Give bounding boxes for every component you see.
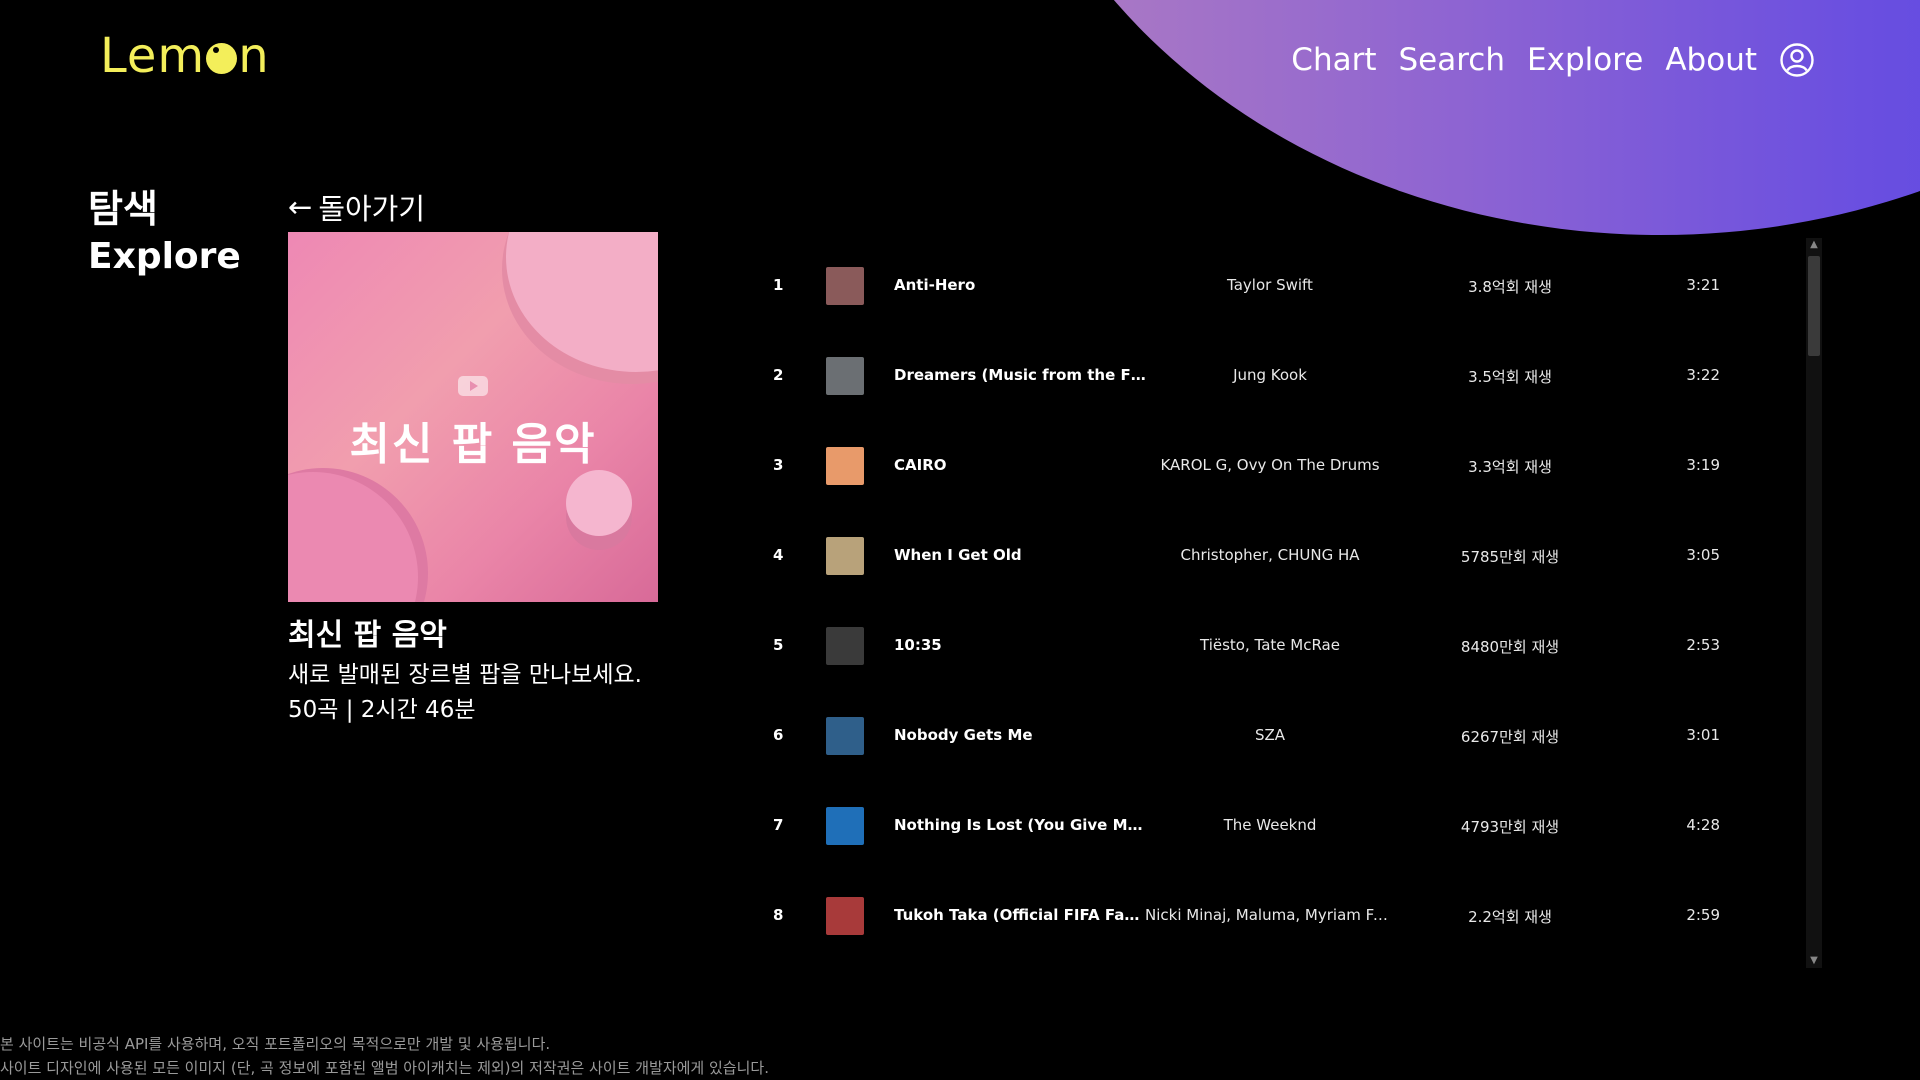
nav-search[interactable]: Search [1399,42,1506,78]
track-rank: 8 [773,906,784,924]
nav-explore[interactable]: Explore [1527,42,1643,78]
album-thumbnail[interactable] [826,537,864,575]
track-play-count: 3.3억회 재생 [1468,458,1552,476]
track-artist[interactable]: Christopher, CHUNG HA [1145,546,1395,564]
track-title[interactable]: Tukoh Taka (Official FIFA Fan F... [894,906,1149,924]
track-artist[interactable]: Jung Kook [1145,366,1395,384]
footer: 본 사이트는 비공식 API를 사용하며, 오직 포트폴리오의 목적으로만 개발… [0,1032,769,1080]
track-title[interactable]: Dreamers (Music from the FIFA... [894,366,1149,384]
track-duration: 3:05 [1686,546,1720,564]
track-rank: 6 [773,726,784,744]
track-row[interactable]: 8 Tukoh Taka (Official FIFA Fan F... Nic… [760,872,1760,962]
track-play-count: 5785만회 재생 [1460,548,1560,566]
track-play-count: 3.5억회 재생 [1468,368,1552,386]
album-thumbnail[interactable] [826,717,864,755]
album-thumbnail[interactable] [826,897,864,935]
track-rank: 7 [773,816,784,834]
track-duration: 2:59 [1686,906,1720,924]
scrollbar-thumb[interactable] [1808,256,1820,356]
nav-about[interactable]: About [1665,42,1757,78]
album-thumbnail[interactable] [826,627,864,665]
cover-decor-circle [566,470,632,536]
arrow-left-icon: ← [288,190,313,224]
track-rank: 4 [773,546,784,564]
back-button[interactable]: ← 돌아가기 [288,186,425,228]
back-label: 돌아가기 [318,192,426,226]
main-nav: Chart Search Explore About [1291,42,1815,78]
track-title[interactable]: Nobody Gets Me [894,726,1149,744]
track-duration: 3:19 [1686,456,1720,474]
track-rank: 2 [773,366,784,384]
track-play-count: 4793만회 재생 [1460,818,1560,836]
track-row[interactable]: 2 Dreamers (Music from the FIFA... Jung … [760,332,1760,422]
youtube-play-icon [458,376,488,396]
cover-decor-circle [288,472,418,602]
scrollbar[interactable]: ▲ ▼ [1806,238,1822,968]
track-play-count: 6267만회 재생 [1460,728,1560,746]
track-title[interactable]: CAIRO [894,456,1149,474]
track-title[interactable]: 10:35 [894,636,1149,654]
track-duration: 2:53 [1686,636,1720,654]
track-play-count: 8480만회 재생 [1460,638,1560,656]
logo-text-start: Lem [100,28,206,84]
album-thumbnail[interactable] [826,807,864,845]
album-thumbnail[interactable] [826,267,864,305]
playlist-meta: 50곡 | 2시간 46분 [288,697,476,723]
track-artist[interactable]: Tiësto, Tate McRae [1145,636,1395,654]
track-artist[interactable]: SZA [1145,726,1395,744]
track-title[interactable]: Anti-Hero [894,276,1149,294]
footer-line: 사이트 디자인에 사용된 모든 이미지 (단, 곡 정보에 포함된 앨범 아이캐… [0,1059,769,1077]
cover-title: 최신 팝 음악 [349,419,597,470]
decorative-gradient-blob [985,0,1920,235]
logo[interactable]: Lem n [100,28,270,84]
track-row[interactable]: 3 CAIRO KAROL G, Ovy On The Drums 3.3억회 … [760,422,1760,512]
scroll-up-icon[interactable]: ▲ [1806,238,1822,252]
page: Lem n Chart Search Explore About 탐색 Explo… [0,0,1920,1080]
album-thumbnail[interactable] [826,357,864,395]
track-artist[interactable]: KAROL G, Ovy On The Drums [1145,456,1395,474]
track-row[interactable]: 7 Nothing Is Lost (You Give Me St... The… [760,782,1760,872]
track-duration: 3:01 [1686,726,1720,744]
footer-line: 본 사이트는 비공식 API를 사용하며, 오직 포트폴리오의 목적으로만 개발… [0,1035,551,1053]
track-title[interactable]: Nothing Is Lost (You Give Me St... [894,816,1149,834]
track-row[interactable]: 1 Anti-Hero Taylor Swift 3.8억회 재생 3:21 [760,242,1760,332]
section-title-english: Explore [88,236,241,277]
track-artist[interactable]: Taylor Swift [1145,276,1395,294]
track-title[interactable]: When I Get Old [894,546,1149,564]
section-title-korean: 탐색 [88,187,158,231]
track-duration: 3:21 [1686,276,1720,294]
track-play-count: 3.8억회 재생 [1468,278,1552,296]
playlist-cover[interactable]: 최신 팝 음악 [288,232,658,602]
playlist-title: 최신 팝 음악 [288,618,447,653]
cover-decor-circle [506,232,658,372]
playlist-description: 새로 발매된 장르별 팝을 만나보세요. [288,662,642,688]
track-artist[interactable]: Nicki Minaj, Maluma, Myriam Far... [1145,906,1395,924]
lemon-o-icon [206,43,238,74]
track-duration: 4:28 [1686,816,1720,834]
track-rank: 5 [773,636,784,654]
track-row[interactable]: 5 10:35 Tiësto, Tate McRae 8480만회 재생 2:5… [760,602,1760,692]
logo-text-end: n [238,28,270,84]
track-rank: 3 [773,456,784,474]
track-artist[interactable]: The Weeknd [1145,816,1395,834]
track-row[interactable]: 6 Nobody Gets Me SZA 6267만회 재생 3:01 [760,692,1760,782]
track-rank: 1 [773,276,784,294]
track-list: 1 Anti-Hero Taylor Swift 3.8억회 재생 3:21 2… [760,242,1760,962]
track-duration: 3:22 [1686,366,1720,384]
scroll-down-icon[interactable]: ▼ [1806,954,1822,968]
track-play-count: 2.2억회 재생 [1468,908,1552,926]
track-row[interactable]: 4 When I Get Old Christopher, CHUNG HA 5… [760,512,1760,602]
album-thumbnail[interactable] [826,447,864,485]
user-circle-icon[interactable] [1779,42,1815,78]
nav-chart[interactable]: Chart [1291,42,1376,78]
